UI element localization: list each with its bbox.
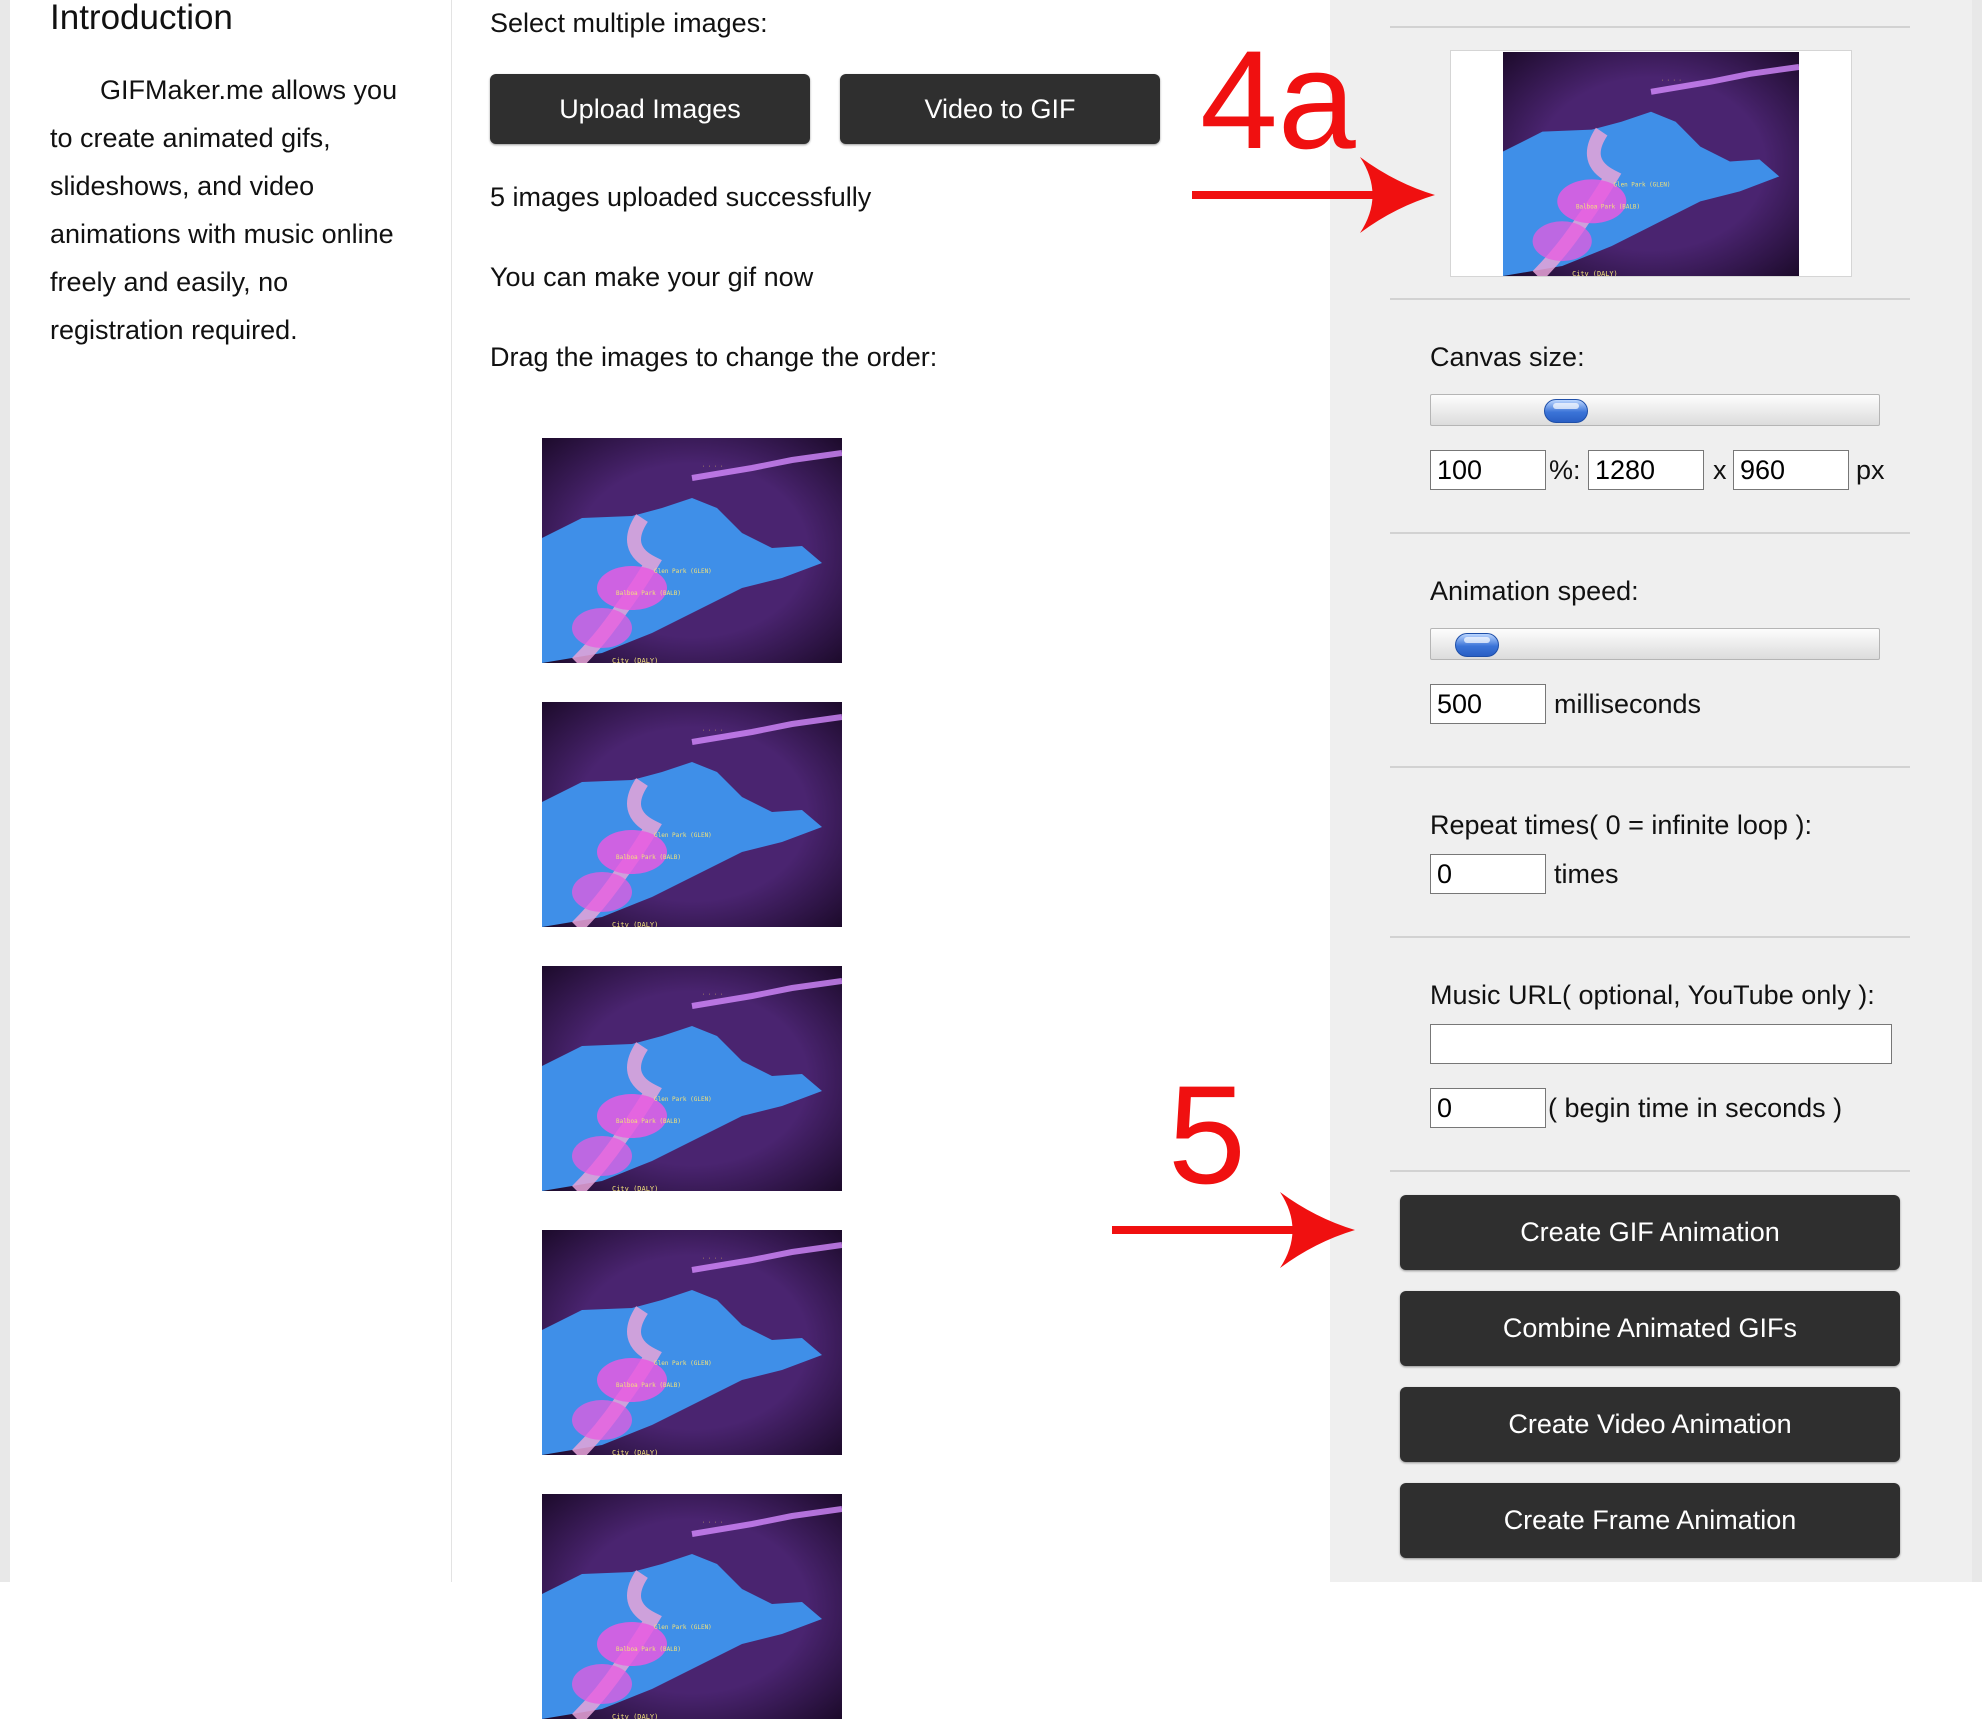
svg-text:· · · ·: · · · ·: [702, 464, 723, 470]
canvas-size-slider[interactable]: [1430, 394, 1880, 426]
svg-text:Glen Park (GLEN): Glen Park (GLEN): [654, 1096, 712, 1103]
intro-heading: Introduction: [50, 0, 233, 37]
svg-text:Balboa Park (BALB): Balboa Park (BALB): [616, 854, 681, 861]
canvas-size-slider-handle[interactable]: [1544, 399, 1588, 423]
image-thumbnail[interactable]: Glen Park (GLEN) Balboa Park (BALB) City…: [542, 1230, 842, 1455]
create-gif-button[interactable]: Create GIF Animation: [1400, 1195, 1900, 1270]
create-frame-button[interactable]: Create Frame Animation: [1400, 1483, 1900, 1558]
svg-text:City (DALY): City (DALY): [612, 1185, 658, 1191]
svg-text:Glen Park (GLEN): Glen Park (GLEN): [654, 568, 712, 575]
page-edge-left: [0, 0, 10, 1582]
music-url-label: Music URL( optional, YouTube only ):: [1430, 980, 1875, 1010]
canvas-percent-input[interactable]: [1430, 450, 1546, 490]
svg-text:City (DALY): City (DALY): [612, 657, 658, 663]
repeat-unit: times: [1554, 859, 1619, 889]
ready-message: You can make your gif now: [490, 262, 814, 292]
arrow-right-icon: [1112, 1192, 1355, 1268]
svg-text:· · · ·: · · · ·: [702, 728, 723, 734]
annotation-step-4a: 4a: [1200, 21, 1356, 178]
animation-speed-slider-handle[interactable]: [1455, 633, 1499, 657]
select-images-label: Select multiple images:: [490, 8, 768, 38]
canvas-width-input[interactable]: [1588, 450, 1704, 490]
svg-text:· · · ·: · · · ·: [1661, 78, 1682, 84]
divider: [1390, 766, 1910, 768]
svg-text:City (DALY): City (DALY): [612, 1449, 658, 1455]
svg-text:Glen Park (GLEN): Glen Park (GLEN): [654, 1624, 712, 1631]
svg-text:Balboa Park (BALB): Balboa Park (BALB): [1576, 203, 1640, 210]
image-thumbnail[interactable]: Glen Park (GLEN) Balboa Park (BALB) City…: [542, 438, 842, 663]
gif-preview: Glen Park (GLEN) Balboa Park (BALB) City…: [1450, 50, 1852, 277]
divider: [1390, 532, 1910, 534]
svg-text:Balboa Park (BALB): Balboa Park (BALB): [616, 1646, 681, 1653]
music-url-input[interactable]: [1430, 1024, 1892, 1064]
svg-text:Glen Park (GLEN): Glen Park (GLEN): [654, 832, 712, 839]
page-edge-right: [1972, 0, 1982, 1582]
svg-text:City (DALY): City (DALY): [1572, 270, 1618, 276]
intro-text: GIFMaker.me allows you to create animate…: [50, 75, 398, 345]
percent-suffix: %:: [1549, 455, 1581, 485]
svg-text:Balboa Park (BALB): Balboa Park (BALB): [616, 1382, 681, 1389]
canvas-unit: px: [1856, 455, 1885, 485]
intro-section: Introduction GIFMaker.me allows you to c…: [50, 0, 420, 354]
column-divider: [451, 0, 452, 1582]
image-thumbnail[interactable]: Glen Park (GLEN) Balboa Park (BALB) City…: [542, 966, 842, 1191]
svg-text:Glen Park (GLEN): Glen Park (GLEN): [1614, 181, 1671, 188]
svg-text:· · · ·: · · · ·: [702, 1256, 723, 1262]
canvas-height-input[interactable]: [1733, 450, 1849, 490]
upload-status-message: 5 images uploaded successfully: [490, 182, 872, 212]
svg-text:Glen Park (GLEN): Glen Park (GLEN): [654, 1360, 712, 1367]
preview-image: Glen Park (GLEN) Balboa Park (BALB) City…: [1503, 52, 1799, 276]
svg-text:City (DALY): City (DALY): [612, 921, 658, 927]
image-thumbnail[interactable]: Glen Park (GLEN) Balboa Park (BALB) City…: [542, 702, 842, 927]
animation-speed-slider[interactable]: [1430, 628, 1880, 660]
svg-text:· · · ·: · · · ·: [702, 992, 723, 998]
annotation-step-5: 5: [1168, 1056, 1246, 1213]
arrow-right-icon: [1192, 157, 1435, 233]
create-video-button[interactable]: Create Video Animation: [1400, 1387, 1900, 1462]
video-to-gif-button[interactable]: Video to GIF: [840, 74, 1160, 144]
drag-order-hint: Drag the images to change the order:: [490, 342, 938, 372]
animation-speed-input[interactable]: [1430, 684, 1546, 724]
image-thumbnail[interactable]: Glen Park (GLEN) Balboa Park (BALB) City…: [542, 1494, 842, 1719]
divider: [1390, 936, 1910, 938]
svg-text:Balboa Park (BALB): Balboa Park (BALB): [616, 590, 681, 597]
animation-speed-label: Animation speed:: [1430, 576, 1639, 606]
svg-text:· · · ·: · · · ·: [702, 1520, 723, 1526]
divider: [1390, 1170, 1910, 1172]
begin-time-suffix: ( begin time in seconds ): [1548, 1093, 1843, 1123]
repeat-times-label: Repeat times( 0 = infinite loop ):: [1430, 810, 1812, 840]
svg-text:City (DALY): City (DALY): [612, 1713, 658, 1719]
combine-gifs-button[interactable]: Combine Animated GIFs: [1400, 1291, 1900, 1366]
music-begin-time-input[interactable]: [1430, 1088, 1546, 1128]
upload-images-button[interactable]: Upload Images: [490, 74, 810, 144]
divider: [1390, 298, 1910, 300]
dimension-separator: x: [1713, 455, 1727, 485]
divider: [1390, 26, 1910, 28]
svg-text:Balboa Park (BALB): Balboa Park (BALB): [616, 1118, 681, 1125]
settings-panel: Glen Park (GLEN) Balboa Park (BALB) City…: [1330, 0, 1972, 1582]
repeat-times-input[interactable]: [1430, 854, 1546, 894]
speed-unit: milliseconds: [1554, 689, 1702, 719]
canvas-size-label: Canvas size:: [1430, 342, 1585, 372]
